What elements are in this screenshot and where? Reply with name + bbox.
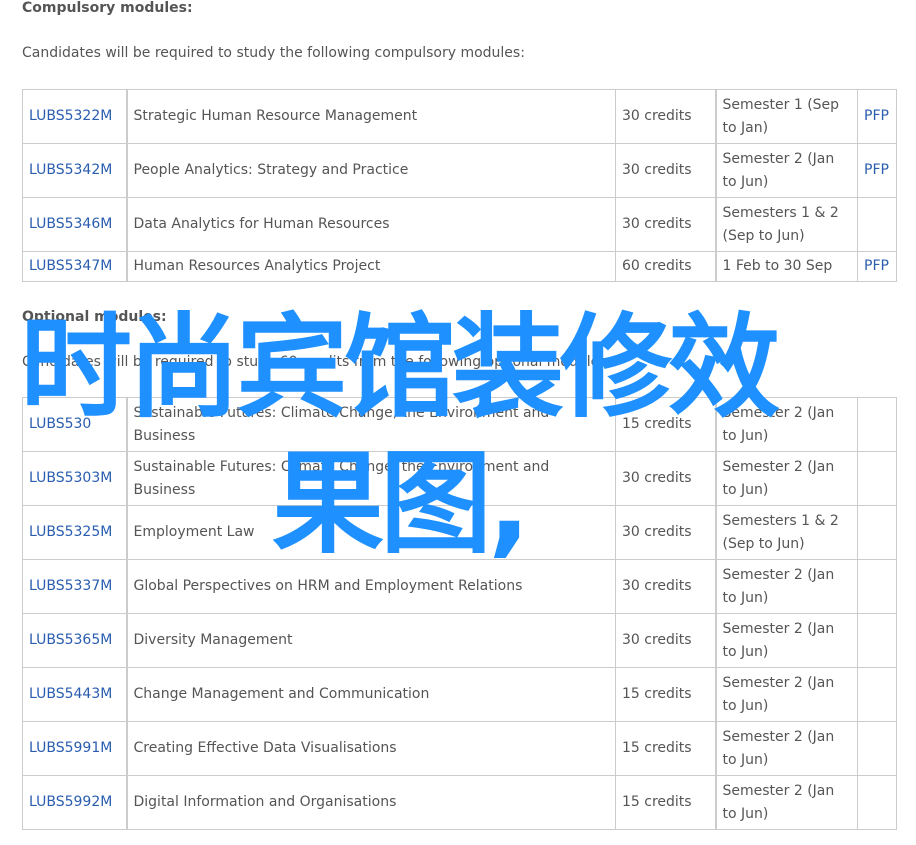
table-row: LUBS5992M Digital Information and Organis…: [22, 775, 897, 830]
module-code-link[interactable]: LUBS5325M: [29, 524, 112, 540]
module-credits: 15 credits: [615, 721, 717, 776]
pfp-link[interactable]: PFP: [864, 162, 889, 178]
optional-heading: Optional modules:: [22, 309, 167, 325]
module-semester: Semester 2 (Jan to Jun): [715, 143, 858, 198]
module-code-link[interactable]: LUBS5346M: [29, 216, 112, 232]
optional-intro: Candidates will be required to study 60 …: [22, 354, 612, 370]
pfp-cell: [857, 667, 897, 722]
compulsory-heading: Compulsory modules:: [22, 0, 193, 16]
table-row: LUBS5991M Creating Effective Data Visuali…: [22, 721, 897, 776]
module-semester: 1 Feb to 30 Sep: [715, 251, 858, 282]
pfp-cell: [857, 451, 897, 506]
pfp-cell-empty: [857, 197, 897, 252]
module-title: Data Analytics for Human Resources: [126, 197, 616, 252]
pfp-link[interactable]: PFP: [864, 258, 889, 274]
module-title: Strategic Human Resource Management: [126, 89, 616, 144]
module-title: Sustainable Futures: Climate Change, the…: [126, 451, 616, 506]
module-credits: 30 credits: [615, 143, 717, 198]
module-credits: 30 credits: [615, 89, 717, 144]
table-row: LUBS5443M Change Management and Communica…: [22, 667, 897, 722]
module-title: Human Resources Analytics Project: [126, 251, 616, 282]
module-code-link[interactable]: LUBS5337M: [29, 578, 112, 594]
pfp-cell: [857, 397, 897, 452]
module-semester: Semester 2 (Jan to Jun): [715, 667, 858, 722]
pfp-cell: [857, 559, 897, 614]
module-credits: 30 credits: [615, 451, 717, 506]
pfp-link[interactable]: PFP: [864, 108, 889, 124]
module-code-link[interactable]: LUBS5303M: [29, 470, 112, 486]
module-code-link[interactable]: LUBS5443M: [29, 686, 112, 702]
module-code-link[interactable]: LUBS5991M: [29, 740, 112, 756]
module-title: Sustainable Futures: Climate Change, the…: [126, 397, 616, 452]
module-code-link[interactable]: LUBS5992M: [29, 794, 112, 810]
module-credits: 30 credits: [615, 197, 717, 252]
module-credits: 30 credits: [615, 559, 717, 614]
module-semester: Semesters 1 & 2 (Sep to Jun): [715, 197, 858, 252]
table-row: LUBS5325M Employment Law 30 credits Semeste…: [22, 505, 897, 560]
module-title: Change Management and Communication: [126, 667, 616, 722]
module-title: Diversity Management: [126, 613, 616, 668]
module-credits: 60 credits: [615, 251, 717, 282]
module-semester: Semesters 1 & 2 (Sep to Jun): [715, 505, 858, 560]
module-credits: 30 credits: [615, 613, 717, 668]
module-code-link[interactable]: LUBS5322M: [29, 108, 112, 124]
module-semester: Semester 2 (Jan to Jun): [715, 451, 858, 506]
module-code-link[interactable]: LUBS5365M: [29, 632, 112, 648]
module-credits: 15 credits: [615, 397, 717, 452]
module-title: Digital Information and Organisations: [126, 775, 616, 830]
table-row: LUBS5347M Human Resources Analytics Proj…: [22, 251, 897, 282]
module-semester: Semester 1 (Sep to Jan): [715, 89, 858, 144]
module-title: Global Perspectives on HRM and Employmen…: [126, 559, 616, 614]
pfp-cell: [857, 721, 897, 776]
module-semester: Semester 2 (Jan to Jun): [715, 721, 858, 776]
module-credits: 15 credits: [615, 775, 717, 830]
module-credits: 30 credits: [615, 505, 717, 560]
module-code-link[interactable]: LUBS530: [29, 416, 91, 432]
module-code-link[interactable]: LUBS5342M: [29, 162, 112, 178]
module-title: People Analytics: Strategy and Practice: [126, 143, 616, 198]
table-row: LUBS5346M Data Analytics for Human Resou…: [22, 197, 897, 252]
module-semester: Semester 2 (Jan to Jun): [715, 559, 858, 614]
module-title: Creating Effective Data Visualisations: [126, 721, 616, 776]
pfp-cell: [857, 775, 897, 830]
module-code-link[interactable]: LUBS5347M: [29, 258, 112, 274]
pfp-cell: [857, 505, 897, 560]
table-row: LUBS5322M Strategic Human Resource Manag…: [22, 89, 897, 144]
table-row: LUBS5337M Global Perspectives on HRM and …: [22, 559, 897, 614]
module-title: Employment Law: [126, 505, 616, 560]
module-credits: 15 credits: [615, 667, 717, 722]
pfp-cell: [857, 613, 897, 668]
module-semester: Semester 2 (Jan to Jun): [715, 397, 858, 452]
table-row: LUBS5342M People Analytics: Strategy and…: [22, 143, 897, 198]
compulsory-modules-table: LUBS5322M Strategic Human Resource Manag…: [22, 89, 897, 282]
table-row: LUBS5365M Diversity Management 30 credits S…: [22, 613, 897, 668]
module-semester: Semester 2 (Jan to Jun): [715, 775, 858, 830]
table-row: LUBS530 Sustainable Futures: Climate Chan…: [22, 397, 897, 452]
table-row: LUBS5303M Sustainable Futures: Climate Ch…: [22, 451, 897, 506]
optional-modules-table: LUBS530 Sustainable Futures: Climate Chan…: [22, 397, 897, 830]
module-semester: Semester 2 (Jan to Jun): [715, 613, 858, 668]
compulsory-intro: Candidates will be required to study the…: [22, 45, 525, 61]
